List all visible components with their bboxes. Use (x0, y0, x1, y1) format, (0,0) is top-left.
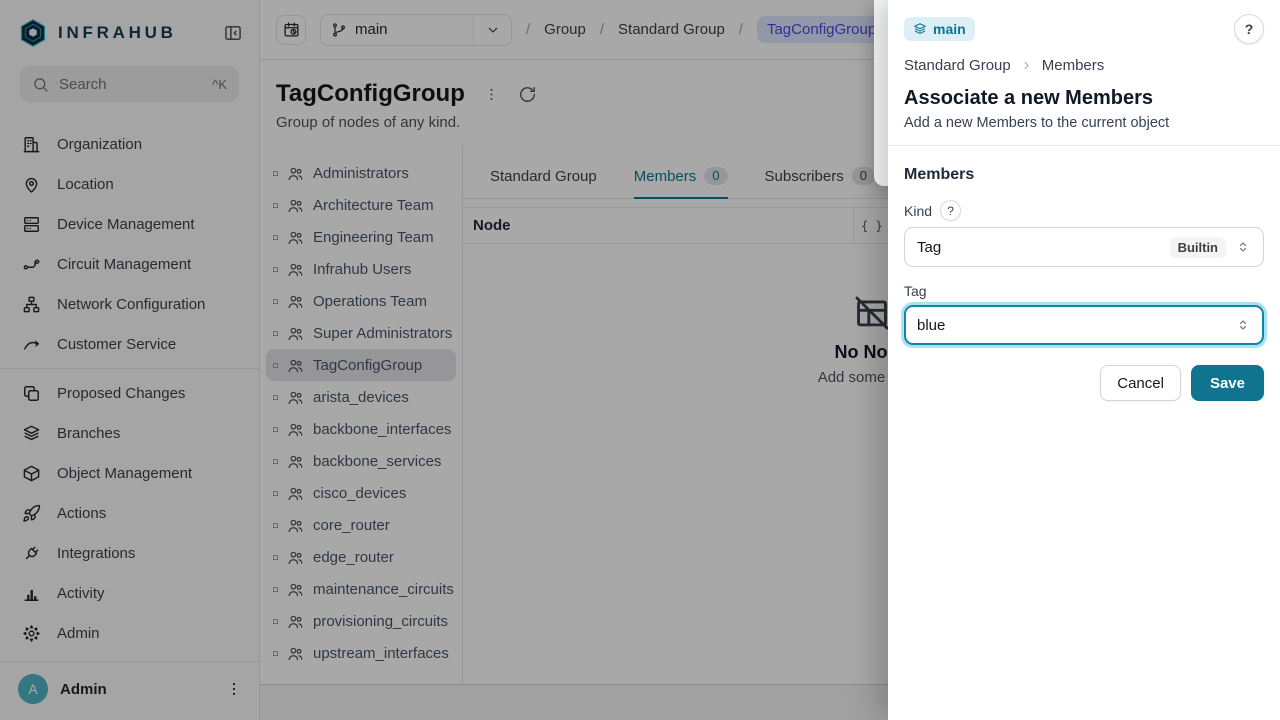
save-button[interactable]: Save (1191, 365, 1264, 401)
app-root: INFRAHUB Search ^K Organization Location… (0, 0, 1280, 720)
panel-breadcrumb: Standard Group Members (904, 57, 1264, 74)
kind-select[interactable]: Tag Builtin (904, 227, 1264, 267)
panel-form: Members Kind ? Tag Builtin Tag blue Canc… (888, 146, 1280, 421)
panel-breadcrumb-members: Members (1042, 57, 1105, 74)
chevrons-up-down-icon (1235, 317, 1251, 333)
help-button[interactable]: ? (1234, 14, 1264, 44)
tag-select-value: blue (917, 317, 1226, 334)
kind-builtin-badge: Builtin (1170, 237, 1226, 258)
panel-header: main ? Standard Group Members Associate … (888, 0, 1280, 146)
branch-badge: main (904, 17, 975, 41)
form-section-title: Members (904, 166, 1264, 184)
panel-title: Associate a new Members (904, 87, 1264, 110)
panel-breadcrumb-standard-group: Standard Group (904, 57, 1011, 74)
kind-select-value: Tag (917, 239, 1161, 256)
panel-subtitle: Add a new Members to the current object (904, 115, 1264, 131)
kind-field-label: Kind (904, 203, 932, 219)
chevrons-up-down-icon (1235, 239, 1251, 255)
tag-select[interactable]: blue (904, 305, 1264, 345)
chevron-right-icon (1020, 59, 1033, 72)
kind-help-button[interactable]: ? (940, 200, 961, 221)
cancel-button[interactable]: Cancel (1100, 365, 1181, 401)
layers-icon (913, 22, 927, 36)
associate-members-panel: main ? Standard Group Members Associate … (888, 0, 1280, 720)
tag-field-label: Tag (904, 283, 927, 299)
branch-badge-label: main (933, 21, 966, 37)
